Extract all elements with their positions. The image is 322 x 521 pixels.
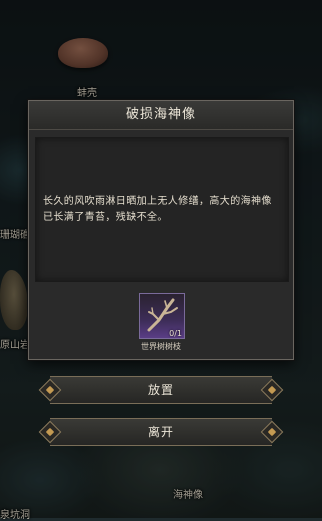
- required-item-slot[interactable]: 0/1: [139, 293, 185, 339]
- description-text: 长久的风吹雨淋日晒加上无人修缮，高大的海神像已长满了青苔，残缺不全。: [43, 196, 272, 223]
- place-button[interactable]: 放置: [45, 376, 277, 404]
- statue-dialog: 破损海神像 长久的风吹雨淋日晒加上无人修缮，高大的海神像已长满了青苔，残缺不全。…: [28, 100, 294, 360]
- button-ornament-icon: [267, 385, 277, 395]
- button-ornament-icon: [45, 385, 55, 395]
- leave-button-label: 离开: [147, 425, 174, 439]
- item-count: 0/1: [169, 329, 182, 338]
- place-button-label: 放置: [147, 383, 174, 397]
- description-box: 长久的风吹雨淋日晒加上无人修缮，高大的海神像已长满了青苔，残缺不全。: [35, 137, 289, 282]
- button-ornament-icon: [45, 427, 55, 437]
- button-ornament-icon: [267, 427, 277, 437]
- leave-button[interactable]: 离开: [45, 418, 277, 446]
- item-name: 世界树树枝: [141, 342, 181, 351]
- dialog-title: 破损海神像: [29, 101, 293, 130]
